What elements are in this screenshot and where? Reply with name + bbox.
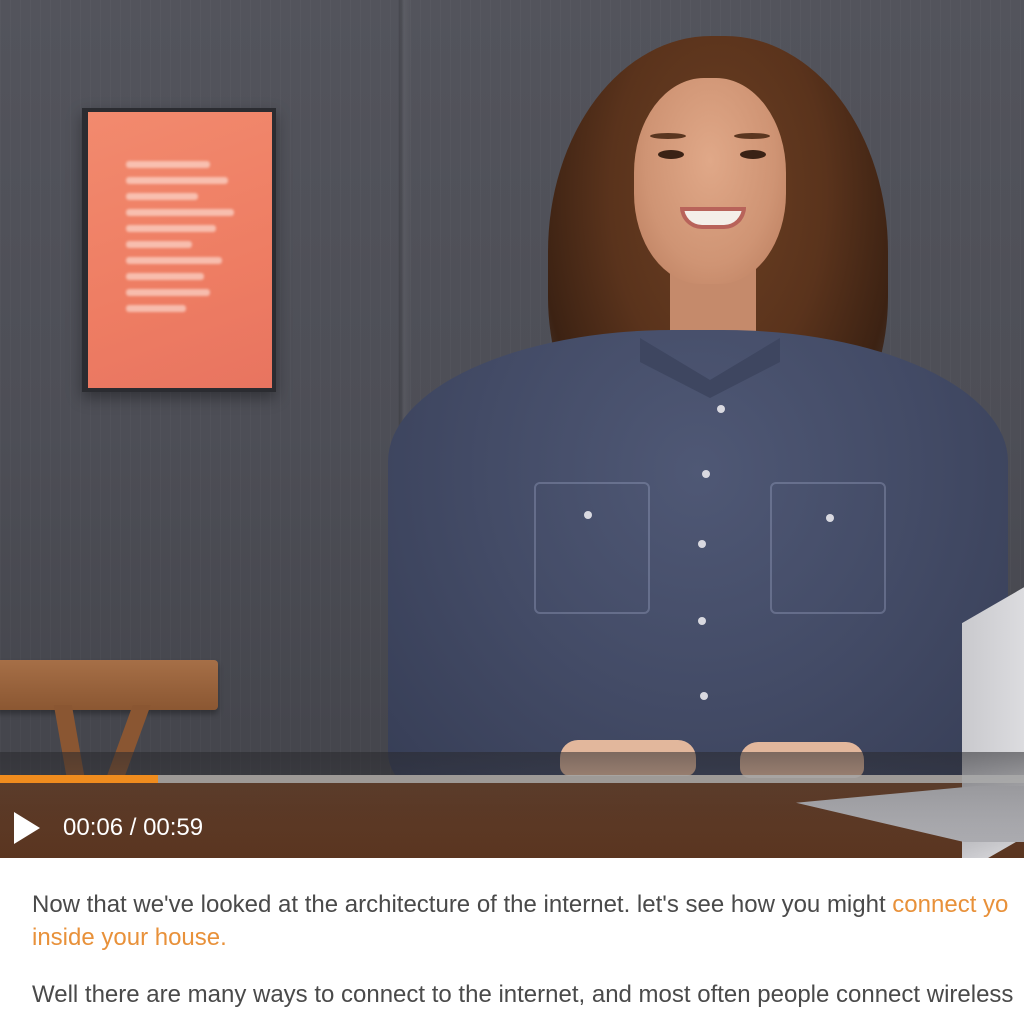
transcript-paragraph: Well there are many ways to connect to t… — [32, 978, 1024, 1011]
transcript-text: Now that we've looked at the architectur… — [32, 891, 893, 918]
play-icon — [14, 812, 40, 844]
video-progress-fill — [0, 775, 158, 783]
transcript: Now that we've looked at the architectur… — [32, 888, 1024, 1011]
transcript-highlight[interactable]: connect yo — [892, 891, 1008, 918]
transcript-paragraph: Now that we've looked at the architectur… — [32, 888, 1024, 954]
time-display: 00:06 / 00:59 — [63, 814, 204, 841]
video-progress-bar[interactable] — [0, 775, 1024, 783]
wall-poster — [82, 108, 276, 392]
video-player[interactable]: 00:06 / 00:59 — [0, 0, 1024, 858]
transcript-highlight-continued[interactable]: inside your house. — [32, 924, 227, 951]
side-table — [0, 660, 218, 710]
transcript-text: Well there are many ways to connect to t… — [32, 981, 1014, 1008]
video-lesson-page: 00:06 / 00:59 Now that we've looked at t… — [0, 0, 1024, 1024]
play-button[interactable] — [12, 810, 42, 846]
